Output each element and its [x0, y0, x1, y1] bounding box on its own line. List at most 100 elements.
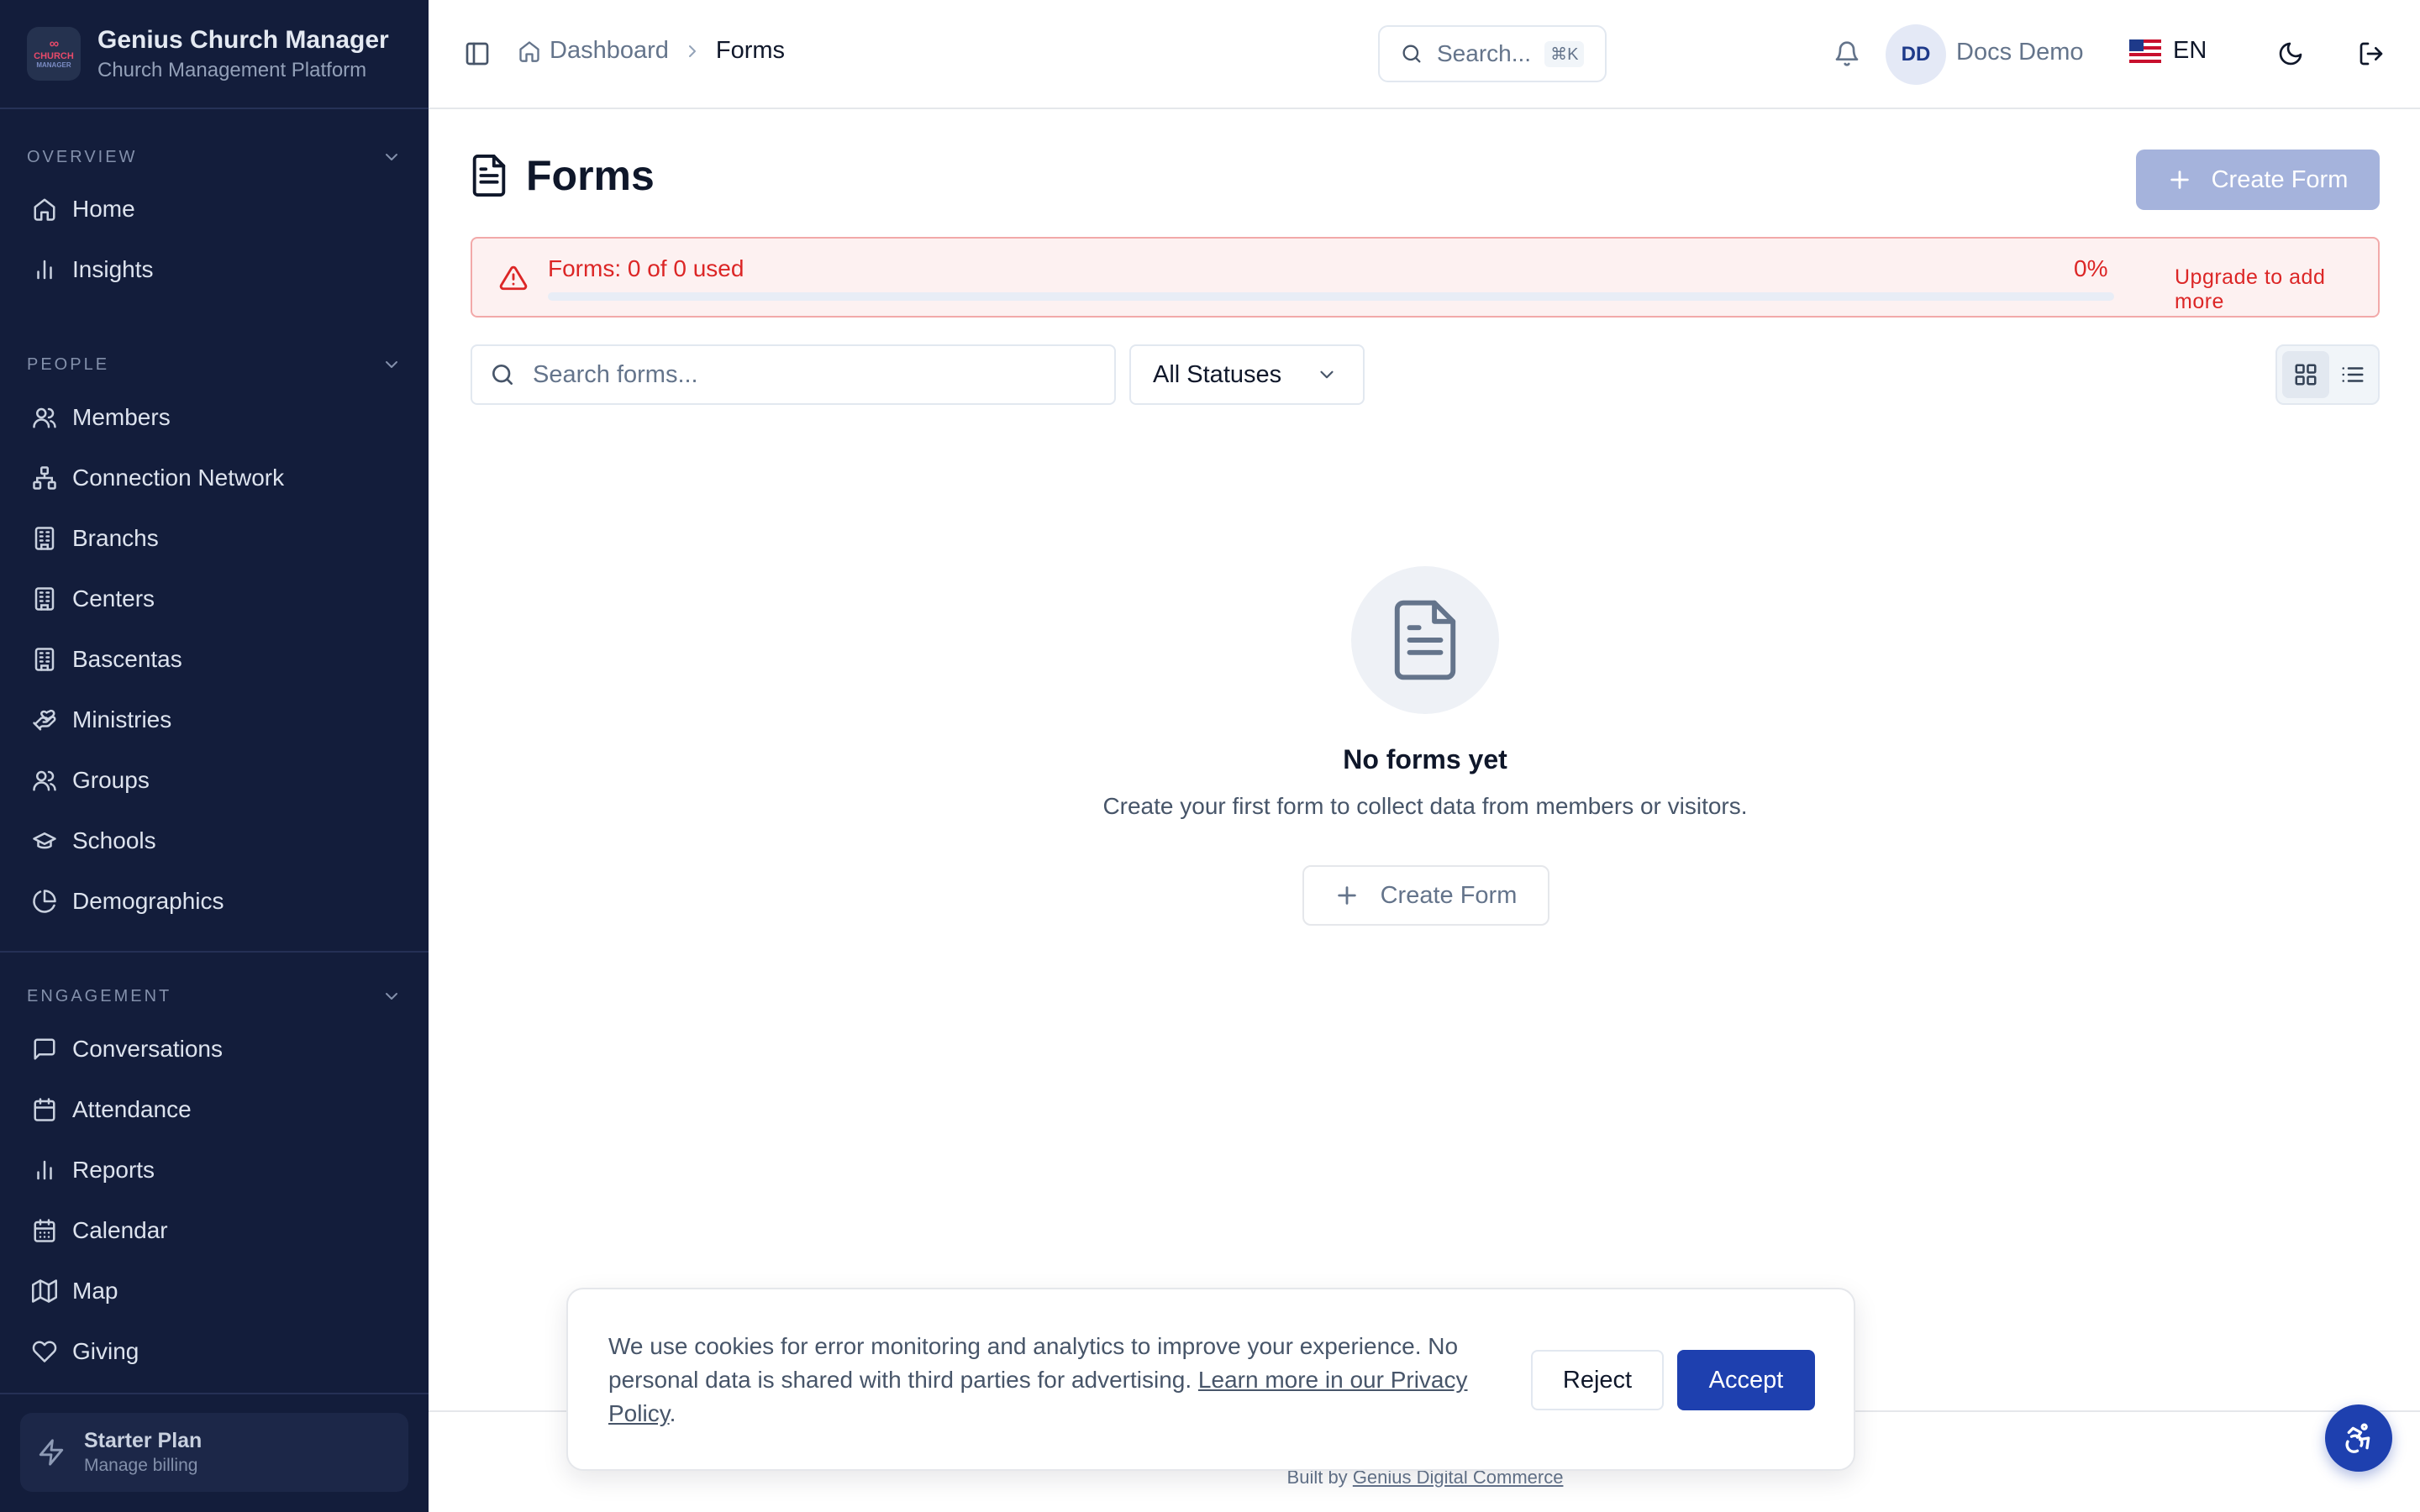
sidebar-item-label: Connection Network [72, 465, 285, 491]
app-subtitle: Church Management Platform [97, 59, 367, 81]
hand-heart-icon [33, 709, 56, 731]
bar-chart-icon [37, 1160, 52, 1180]
reject-cookies-button[interactable]: Reject [1531, 1350, 1664, 1410]
sidebar-item-attendance[interactable]: Attendance [17, 1084, 408, 1135]
dark-mode-toggle-icon[interactable] [2277, 40, 2304, 67]
message-icon [34, 1038, 55, 1060]
chevron-down-icon [386, 993, 397, 1000]
logout-icon[interactable] [2358, 40, 2385, 67]
sidebar-toggle-icon[interactable] [464, 40, 491, 67]
sidebar-item-label: Members [72, 404, 171, 430]
plan-card[interactable]: Starter Plan Manage billing [20, 1413, 408, 1492]
plus-icon [2170, 171, 2189, 189]
page-heading: Forms [526, 152, 655, 199]
usage-progress-bar [548, 292, 2114, 301]
upgrade-link[interactable]: Upgrade to add more [2175, 265, 2378, 314]
breadcrumb-dashboard-link[interactable]: Dashboard [550, 37, 669, 65]
building-icon [34, 648, 55, 671]
section-header-engagement[interactable]: ENGAGEMENT [27, 984, 402, 1009]
accessibility-icon [2345, 1423, 2370, 1453]
sidebar-item-label: Conversations [72, 1036, 223, 1062]
sidebar-item-bascentas[interactable]: Bascentas [17, 634, 408, 685]
sidebar-item-conversations[interactable]: Conversations [17, 1024, 408, 1074]
sidebar-item-label: Home [72, 196, 135, 222]
grid-view-button[interactable] [2282, 351, 2329, 398]
sidebar: ∞ CHURCH MANAGER Genius Church Manager C… [0, 0, 429, 1512]
sidebar-item-giving[interactable]: Giving [17, 1326, 408, 1377]
sidebar-item-home[interactable]: Home [17, 184, 408, 234]
sidebar-item-centers[interactable]: Centers [17, 574, 408, 624]
sidebar-item-label: Bascentas [72, 646, 182, 672]
sidebar-item-label: Giving [72, 1338, 139, 1364]
calendar-check-icon [34, 1098, 55, 1121]
usage-quota-alert: Forms: 0 of 0 used 0% Upgrade to add mor… [471, 237, 2380, 318]
accept-cookies-button[interactable]: Accept [1677, 1350, 1815, 1410]
sidebar-item-label: Groups [72, 767, 150, 793]
chevron-down-icon [1320, 370, 1334, 379]
manage-billing-link[interactable]: Manage billing [84, 1454, 202, 1478]
empty-state-description: Create your first form to collect data f… [1102, 793, 1748, 819]
cookie-message: We use cookies for error monitoring and … [608, 1330, 1482, 1431]
pie-chart-icon [33, 890, 56, 913]
bar-chart-icon [37, 260, 52, 280]
global-search-button[interactable]: Search... ⌘K [1378, 25, 1607, 82]
plan-title: Starter Plan [84, 1429, 203, 1452]
sidebar-item-label: Reports [72, 1157, 155, 1183]
network-icon [33, 466, 56, 490]
language-code: EN [2173, 37, 2207, 64]
section-title-people: PEOPLE [27, 354, 110, 374]
sidebar-divider [0, 1393, 429, 1394]
cookie-consent-banner: We use cookies for error monitoring and … [566, 1288, 1855, 1471]
accessibility-button[interactable] [2325, 1404, 2392, 1472]
us-flag-icon [2129, 39, 2161, 63]
sidebar-item-insights[interactable]: Insights [17, 244, 408, 295]
section-header-overview[interactable]: OVERVIEW [27, 144, 402, 170]
form-search-input[interactable] [533, 360, 1104, 389]
search-icon [492, 365, 513, 385]
form-search-field[interactable] [471, 344, 1116, 405]
brand[interactable]: ∞ CHURCH MANAGER Genius Church Manager C… [0, 0, 429, 109]
sidebar-item-label: Map [72, 1278, 118, 1304]
sidebar-item-groups[interactable]: Groups [17, 755, 408, 806]
sidebar-item-label: Branchs [72, 525, 159, 551]
home-icon [34, 198, 55, 221]
user-avatar[interactable]: DD [1886, 24, 1946, 85]
create-form-button[interactable]: Create Form [2136, 150, 2380, 210]
language-selector[interactable]: EN [2129, 37, 2207, 65]
sidebar-item-label: Attendance [72, 1096, 192, 1122]
sidebar-item-demographics[interactable]: Demographics [17, 876, 408, 927]
view-mode-toggle [2275, 344, 2380, 405]
user-name[interactable]: Docs Demo [1956, 39, 2084, 66]
sidebar-item-ministries[interactable]: Ministries [17, 695, 408, 745]
top-bar: Dashboard Forms Search... ⌘K DD Docs Dem… [429, 0, 2420, 109]
notification-bell-icon[interactable] [1833, 40, 1860, 67]
sidebar-item-label: Ministries [72, 706, 172, 732]
section-header-people[interactable]: PEOPLE [27, 352, 402, 377]
sidebar-item-schools[interactable]: Schools [17, 816, 408, 866]
sidebar-item-connection-network[interactable]: Connection Network [17, 453, 408, 503]
sidebar-item-members[interactable]: Members [17, 392, 408, 443]
sidebar-item-label: Centers [72, 585, 155, 612]
document-icon [1394, 600, 1456, 680]
sidebar-divider [0, 951, 429, 953]
sidebar-item-calendar[interactable]: Calendar [17, 1205, 408, 1256]
sidebar-item-label: Schools [72, 827, 156, 853]
sidebar-item-branchs[interactable]: Branchs [17, 513, 408, 564]
list-view-button[interactable] [2329, 351, 2376, 398]
search-icon [1402, 45, 1421, 63]
graduation-cap-icon [33, 832, 56, 849]
users-icon [33, 407, 56, 428]
sidebar-item-reports[interactable]: Reports [17, 1145, 408, 1195]
status-filter-select[interactable]: All Statuses [1129, 344, 1365, 405]
section-title-engagement: ENGAGEMENT [27, 986, 172, 1005]
lightning-icon [39, 1439, 64, 1466]
search-shortcut-badge: ⌘K [1544, 40, 1585, 67]
list-icon [2342, 367, 2364, 382]
warning-triangle-icon [499, 265, 528, 291]
empty-state-create-form-label: Create Form [1380, 881, 1518, 909]
home-icon [519, 40, 539, 62]
sidebar-item-label: Demographics [72, 888, 224, 914]
empty-state-create-form-button[interactable]: Create Form [1302, 865, 1549, 926]
heart-icon [32, 1341, 57, 1362]
sidebar-item-map[interactable]: Map [17, 1266, 408, 1316]
